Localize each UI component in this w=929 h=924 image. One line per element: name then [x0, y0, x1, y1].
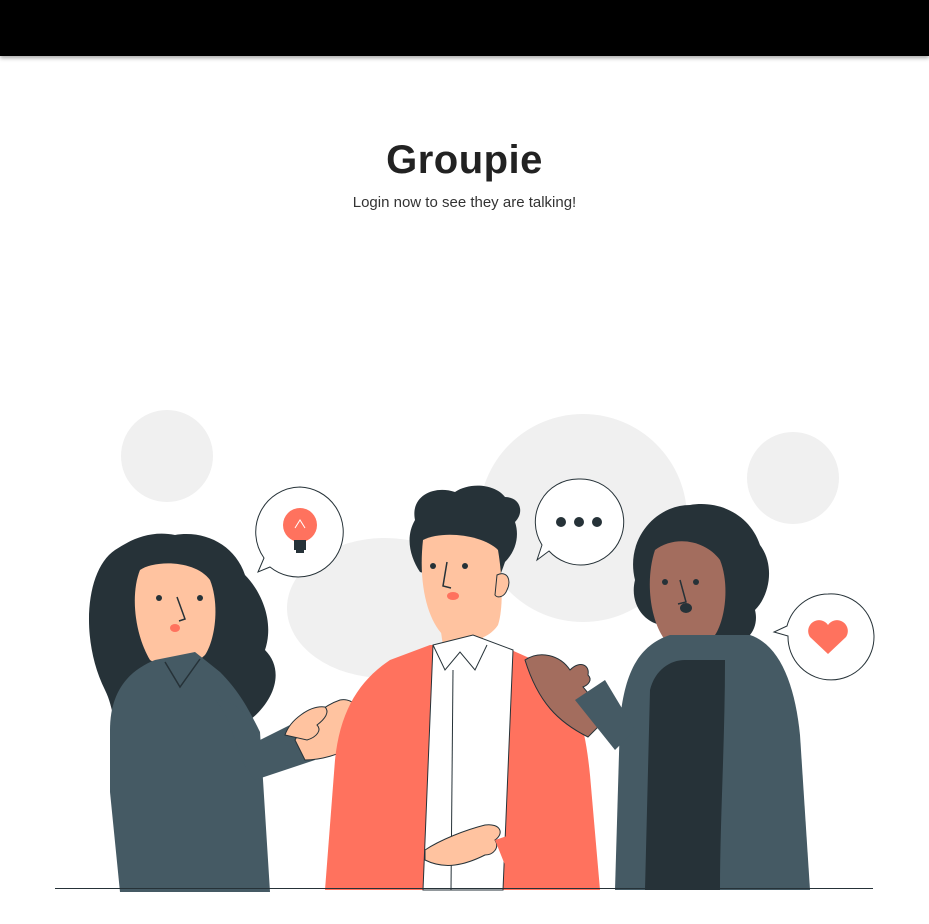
lightbulb-bubble: [255, 486, 344, 578]
bg-circle: [121, 410, 213, 502]
ellipsis-icon: [556, 517, 602, 527]
bg-circle: [747, 432, 839, 524]
app-bar: [0, 0, 929, 56]
tagline: Login now to see they are talking!: [352, 194, 577, 211]
group-chat-illustration: [88, 410, 875, 892]
ground-line: [55, 888, 873, 889]
app-title: Groupie: [386, 138, 543, 182]
heart-bubble: [772, 593, 875, 681]
